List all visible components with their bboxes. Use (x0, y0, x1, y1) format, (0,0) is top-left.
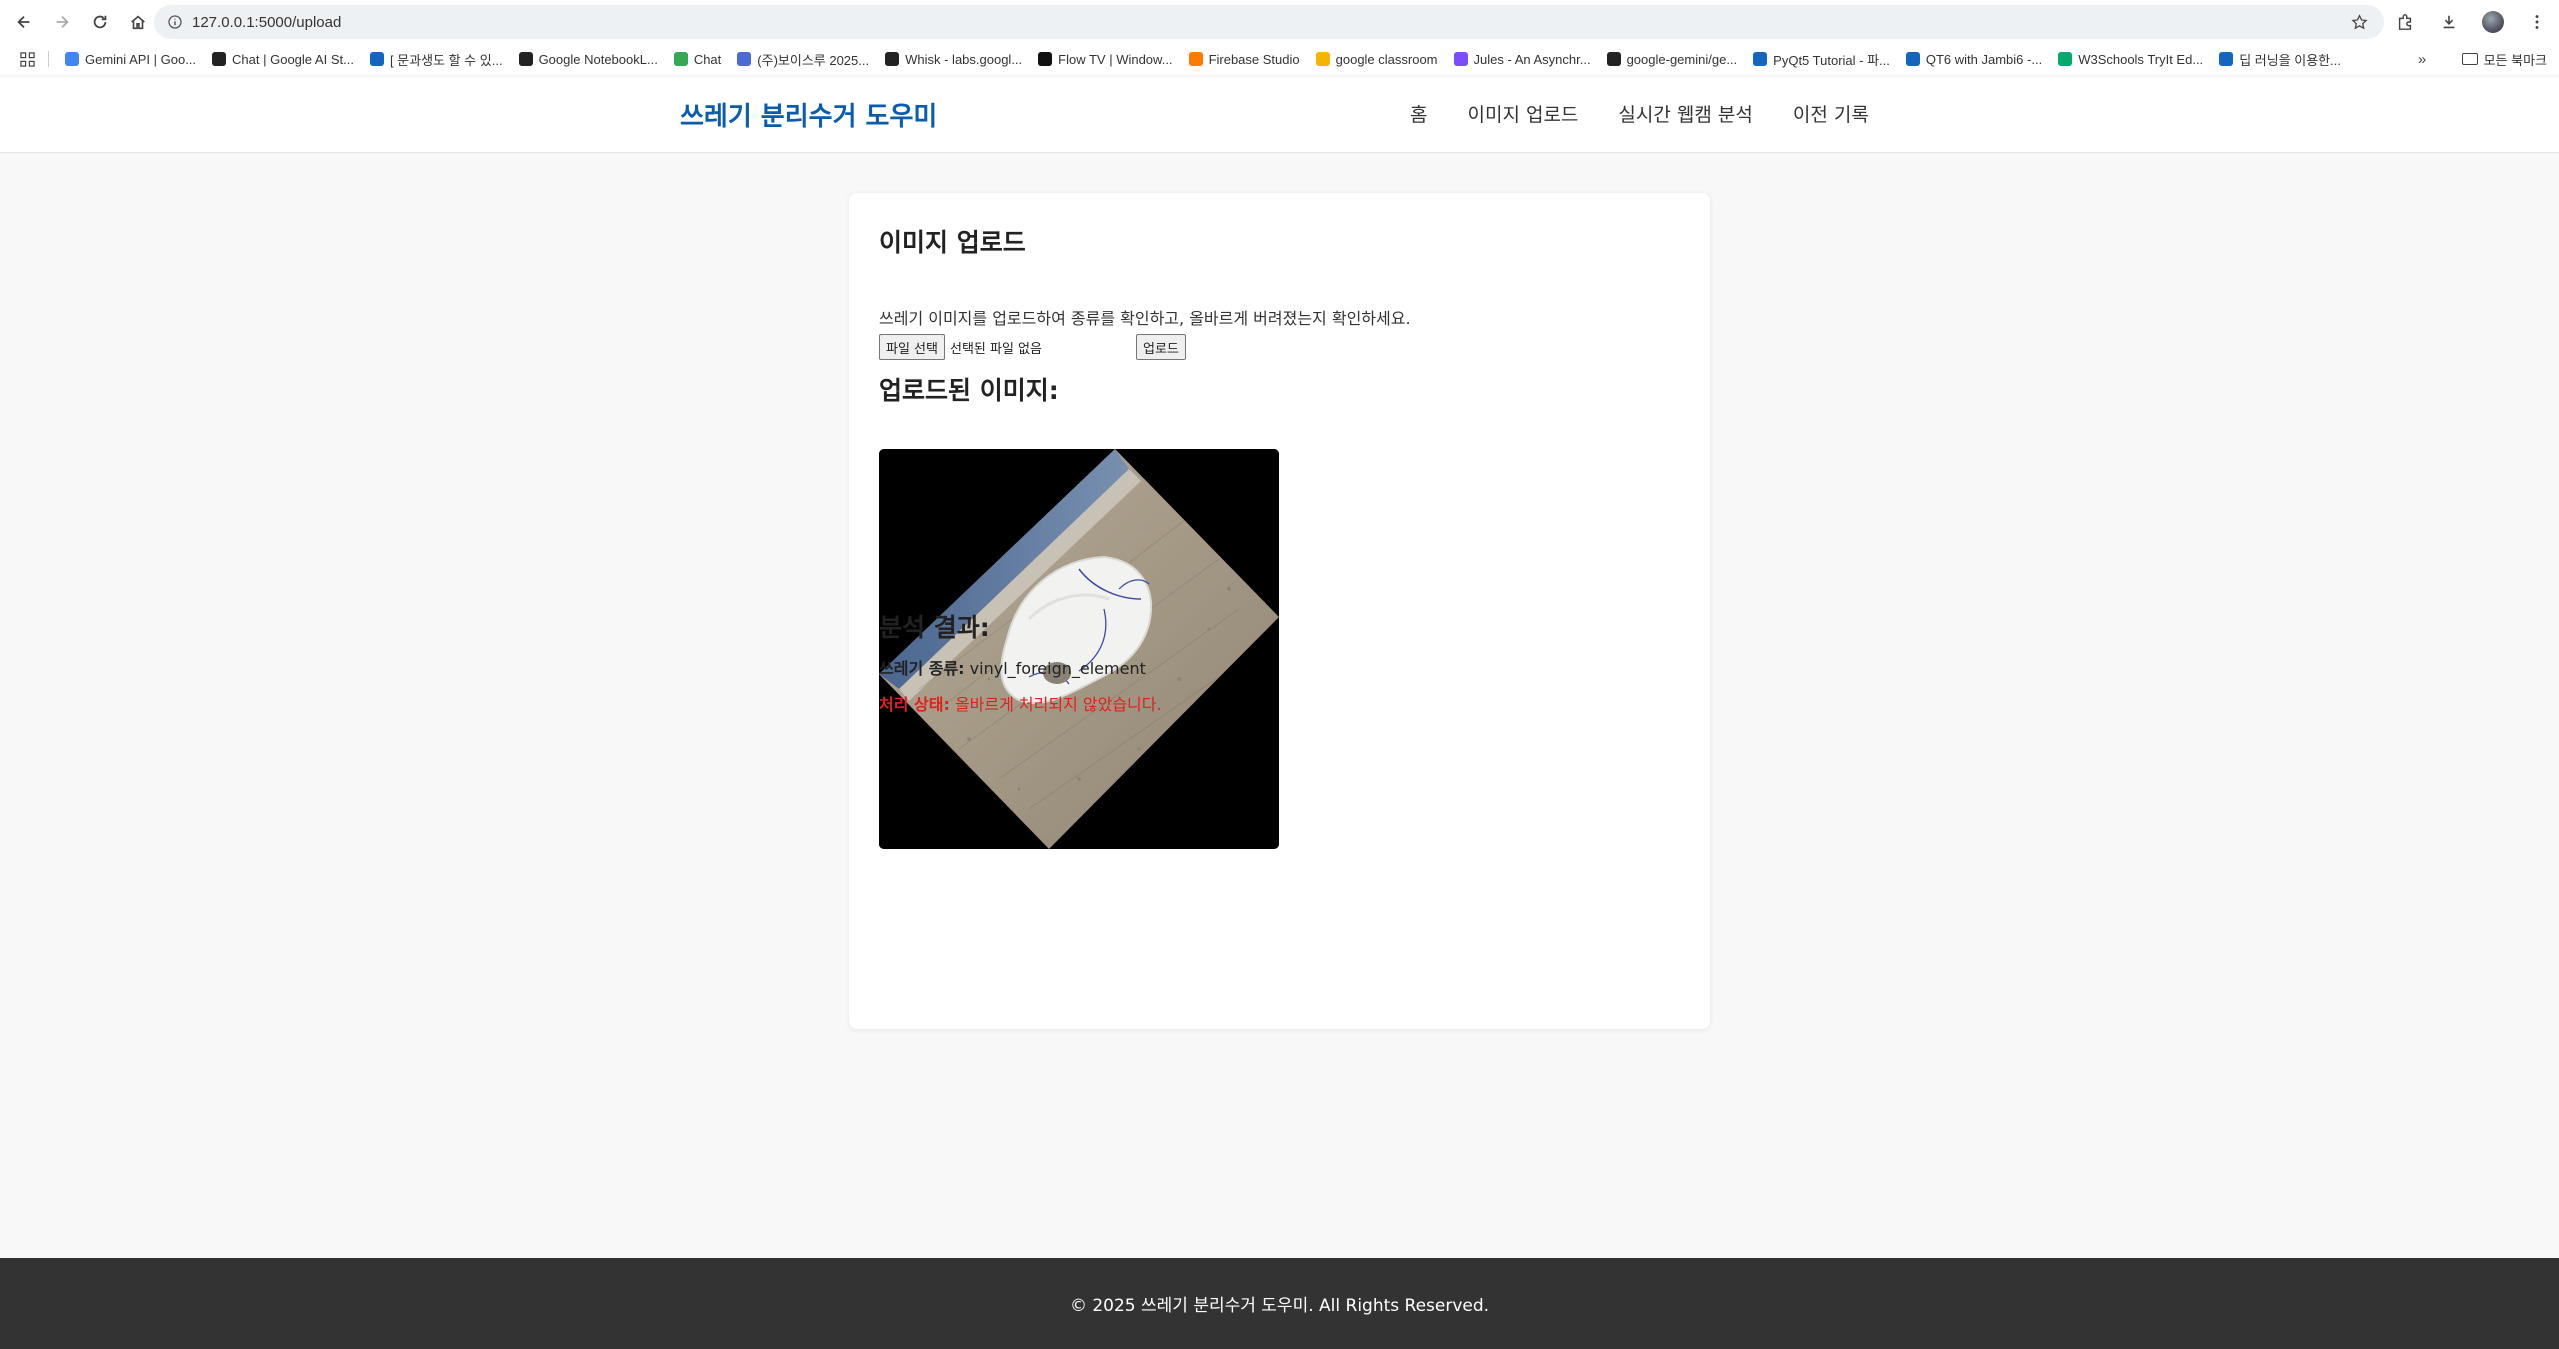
google-icon (65, 52, 79, 66)
forward-icon[interactable] (44, 4, 80, 40)
bookmark-star-icon[interactable] (2348, 11, 2370, 33)
w3schools-icon (2058, 52, 2073, 66)
bookmark-label: W3Schools TryIt Ed... (2078, 51, 2204, 67)
bookmark-label: Chat | Google AI St... (232, 51, 354, 67)
file-input-row: 파일 선택 선택된 파일 없음 업로드 (879, 333, 1186, 361)
browser-toolbar: 127.0.0.1:5000/upload (0, 0, 2559, 44)
bookmark-doc-icon (1905, 52, 1920, 66)
choose-file-button[interactable]: 파일 선택 (879, 334, 945, 360)
bookmark-label: (주)보이스루 2025... (757, 52, 870, 68)
whisk-icon (885, 52, 900, 66)
result-status-line: 처리 상태: 올바르게 처리되지 않았습니다. (879, 691, 1162, 715)
bookmark-item[interactable]: [ 문과생도 할 수 있... (364, 46, 509, 72)
nav-home[interactable]: 홈 (1410, 100, 1427, 127)
bookmark-label: Jules - An Asynchr... (1473, 51, 1591, 67)
folder-icon (2461, 53, 2478, 65)
upload-card: 이미지 업로드 쓰레기 이미지를 업로드하여 종류를 확인하고, 올바르게 버려… (849, 193, 1710, 1029)
reload-icon[interactable] (82, 4, 118, 40)
site-logo[interactable]: 쓰레기 분리수거 도우미 (680, 96, 937, 133)
bookmark-label: google-gemini/ge... (1626, 51, 1738, 67)
bookmark-item[interactable]: 딥 러닝을 이용한... (2213, 46, 2347, 72)
menu-kebab-icon[interactable] (2519, 4, 2555, 40)
url-text[interactable]: 127.0.0.1:5000/upload (192, 14, 341, 31)
jules-icon (1453, 52, 1468, 66)
result-type-line: 쓰레기 종류: vinyl_foreign_element (879, 655, 1146, 679)
bookmarks-overflow-icon[interactable]: » (2409, 46, 2435, 72)
flow-icon (1038, 52, 1053, 66)
bookmark-label: Firebase Studio (1208, 51, 1300, 67)
bookmark-item[interactable]: Flow TV | Window... (1032, 46, 1178, 72)
main-nav: 홈 이미지 업로드 실시간 웹캠 분석 이전 기록 (1410, 100, 1869, 127)
result-type-label: 쓰레기 종류: (879, 659, 965, 678)
github-icon (1606, 52, 1621, 66)
bookmark-item[interactable]: Gemini API | Goo... (59, 46, 202, 72)
nav-webcam-analysis[interactable]: 실시간 웹캠 분석 (1618, 100, 1752, 127)
nav-history[interactable]: 이전 기록 (1793, 100, 1869, 127)
bookmark-label: Whisk - labs.googl... (905, 51, 1023, 67)
file-status-text: 선택된 파일 없음 (949, 341, 1042, 357)
bookmark-label: Google NotebookL... (538, 51, 658, 67)
site-footer: © 2025 쓰레기 분리수거 도우미. All Rights Reserved… (0, 1258, 2559, 1349)
all-bookmarks-button[interactable]: 모든 북마크 (2461, 46, 2547, 72)
bookmark-item[interactable]: Chat (668, 46, 727, 72)
back-icon[interactable] (6, 4, 42, 40)
bookmark-doc-icon (2219, 52, 2234, 66)
bookmark-item[interactable]: PyQt5 Tutorial - 파... (1747, 46, 1896, 72)
footer-text: © 2025 쓰레기 분리수거 도우미. All Rights Reserved… (1069, 1296, 1490, 1316)
bookmark-item[interactable]: google classroom (1310, 46, 1444, 72)
ai-studio-icon (212, 52, 227, 66)
download-icon[interactable] (2431, 4, 2467, 40)
page-viewport: 쓰레기 분리수거 도우미 홈 이미지 업로드 실시간 웹캠 분석 이전 기록 이… (0, 78, 2559, 1349)
bookmark-label: [ 문과생도 할 수 있... (389, 52, 503, 68)
bookmark-item[interactable]: Chat | Google AI St... (206, 46, 360, 72)
bookmark-label: Flow TV | Window... (1058, 51, 1173, 67)
result-status-label: 처리 상태: (879, 695, 950, 714)
bookmark-item[interactable]: Google NotebookL... (513, 46, 664, 72)
bookmarks-bar: Gemini API | Goo... Chat | Google AI St..… (0, 44, 2559, 74)
address-bar[interactable]: 127.0.0.1:5000/upload (154, 5, 2384, 39)
s-icon (737, 52, 752, 66)
extensions-icon[interactable] (2387, 4, 2423, 40)
bookmark-doc-icon (369, 52, 384, 66)
bookmark-label: Gemini API | Goo... (85, 51, 197, 67)
upload-description: 쓰레기 이미지를 업로드하여 종류를 확인하고, 올바르게 버려졌는지 확인하세… (879, 309, 1411, 328)
bookmark-doc-icon (1753, 52, 1768, 66)
bookmark-label: 딥 러닝을 이용한... (2239, 52, 2341, 68)
uploaded-image (879, 449, 1279, 849)
bookmark-label: Chat (693, 51, 722, 67)
bookmarks-separator (48, 51, 49, 67)
site-info-icon[interactable] (158, 5, 192, 39)
bookmark-item[interactable]: Firebase Studio (1183, 46, 1306, 72)
notebooklm-icon (518, 52, 533, 66)
bookmark-item[interactable]: W3Schools TryIt Ed... (2052, 46, 2209, 72)
uploaded-image-title: 업로드된 이미지: (879, 376, 1059, 405)
google-chat-icon (673, 52, 688, 66)
upload-button[interactable]: 업로드 (1135, 334, 1186, 360)
apps-grid-icon[interactable] (12, 44, 42, 74)
bookmark-item[interactable]: (주)보이스루 2025... (731, 46, 875, 72)
bookmark-item[interactable]: Whisk - labs.googl... (879, 46, 1028, 72)
result-title: 분석 결과: (879, 613, 990, 642)
home-icon[interactable] (120, 4, 156, 40)
all-bookmarks-label: 모든 북마크 (2483, 52, 2547, 68)
bookmark-item[interactable]: QT6 with Jambi6 -... (1900, 46, 2048, 72)
bookmark-label: PyQt5 Tutorial - 파... (1773, 52, 1890, 68)
firebase-icon (1188, 52, 1203, 66)
result-status-value: 올바르게 처리되지 않았습니다. (954, 695, 1162, 714)
bookmark-label: QT6 with Jambi6 -... (1925, 51, 2043, 67)
bookmark-label: google classroom (1335, 51, 1438, 67)
result-type-value: vinyl_foreign_element (969, 659, 1146, 678)
site-header: 쓰레기 분리수거 도우미 홈 이미지 업로드 실시간 웹캠 분석 이전 기록 (0, 78, 2559, 153)
upload-title: 이미지 업로드 (879, 228, 1026, 257)
bookmark-item[interactable]: Jules - An Asynchr... (1448, 46, 1597, 72)
profile-avatar[interactable] (2475, 4, 2511, 40)
nav-image-upload[interactable]: 이미지 업로드 (1467, 100, 1578, 127)
bookmark-list: Gemini API | Goo... Chat | Google AI St..… (59, 46, 2351, 72)
classroom-icon (1315, 52, 1330, 66)
bookmark-item[interactable]: google-gemini/ge... (1601, 46, 1744, 72)
